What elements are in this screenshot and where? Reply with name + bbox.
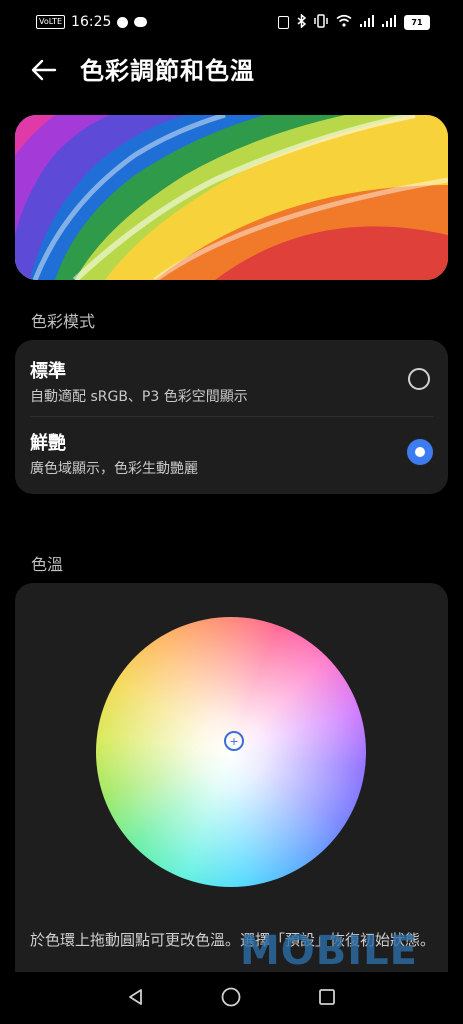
circle-home-icon (220, 986, 242, 1012)
bluetooth-icon (297, 12, 307, 31)
nav-home-button[interactable] (220, 986, 242, 1012)
radio-selected-dot (415, 447, 425, 457)
arrow-left-icon (31, 59, 57, 85)
wifi-icon (336, 14, 352, 30)
plus-icon: + (229, 734, 239, 748)
option-standard-radio[interactable] (408, 368, 430, 390)
navigation-bar (0, 972, 463, 1024)
signal-1-icon (360, 14, 374, 30)
wechat-icon (134, 17, 148, 27)
status-right: 71 (278, 12, 430, 31)
square-recent-icon (317, 987, 337, 1011)
status-bar: VoLTE 16:25 71 (0, 0, 463, 44)
status-left: VoLTE 16:25 (36, 13, 148, 31)
option-vivid-radio[interactable] (407, 439, 433, 465)
page-title: 色彩調節和色溫 (80, 57, 255, 85)
nfc-icon (278, 15, 289, 29)
color-wheel[interactable]: + (96, 617, 366, 887)
volte-icon: VoLTE (36, 15, 66, 29)
back-button[interactable] (22, 52, 66, 92)
message-bubble-icon (117, 16, 129, 28)
color-mode-section-title: 色彩模式 (31, 312, 96, 331)
color-wheel-handle[interactable]: + (224, 731, 244, 751)
nav-recent-button[interactable] (316, 988, 338, 1010)
battery-level: 71 (405, 15, 429, 29)
nav-back-button[interactable] (125, 988, 147, 1010)
color-temperature-card: + 於色環上拖動圓點可更改色溫。選擇「預設」恢復初始狀態。 (15, 583, 448, 983)
watermark: MOBILE (240, 928, 418, 974)
signal-2-icon (382, 14, 396, 30)
option-standard[interactable]: 標準 自動適配 sRGB、P3 色彩空間顯示 (15, 340, 448, 416)
vibrate-icon (314, 13, 328, 31)
color-mode-card: 標準 自動適配 sRGB、P3 色彩空間顯示 鮮艷 廣色域顯示，色彩生動艷麗 (15, 340, 448, 494)
option-vivid-title: 鮮艷 (30, 433, 66, 454)
battery-icon: 71 (404, 14, 430, 30)
color-temperature-section-title: 色溫 (31, 555, 64, 574)
status-time: 16:25 (71, 14, 112, 30)
option-standard-title: 標準 (30, 361, 66, 382)
option-vivid-subtitle: 廣色域顯示，色彩生動艷麗 (30, 461, 198, 477)
triangle-back-icon (126, 987, 146, 1011)
color-preview-banner (15, 115, 448, 280)
option-standard-subtitle: 自動適配 sRGB、P3 色彩空間顯示 (30, 389, 248, 405)
option-vivid[interactable] (15, 417, 448, 494)
